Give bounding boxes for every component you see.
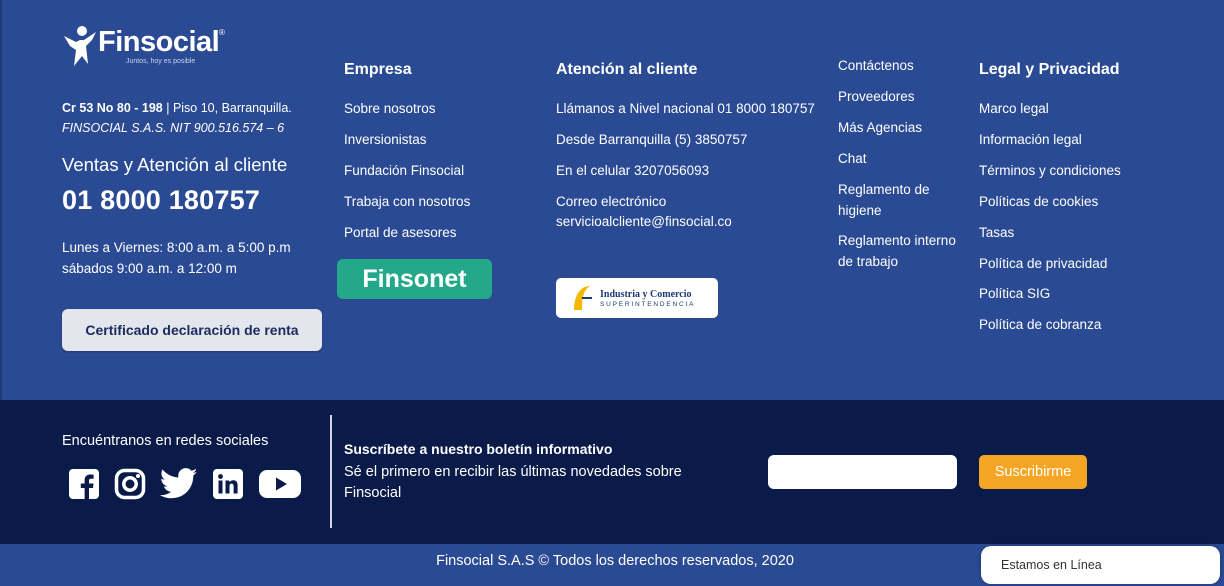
- subscribe-button[interactable]: Suscribirme: [979, 455, 1087, 489]
- atencion-barranquilla[interactable]: Desde Barranquilla (5) 3850757: [556, 132, 747, 147]
- link-proveedores[interactable]: Proveedores: [838, 89, 915, 104]
- sic-badge[interactable]: Industria y Comercio SUPERINTENDENCIA: [556, 278, 718, 318]
- link-portal-asesores[interactable]: Portal de asesores: [344, 225, 457, 240]
- atencion-title: Atención al cliente: [556, 61, 698, 78]
- link-mas-agencias[interactable]: Más Agencias: [838, 120, 922, 135]
- hours-weekday: Lunes a Viernes: 8:00 a.m. a 5:00 p.m: [62, 240, 291, 255]
- link-reglamento-higiene[interactable]: Reglamento de higiene: [838, 179, 943, 221]
- instagram-icon[interactable]: [114, 468, 146, 500]
- link-trabaja[interactable]: Trabaja con nosotros: [344, 194, 470, 209]
- sic-text-main: Industria y Comercio: [600, 288, 692, 300]
- link-fundacion[interactable]: Fundación Finsocial: [344, 163, 464, 178]
- sales-phone[interactable]: 01 8000 180757: [62, 185, 260, 216]
- email-label: Correo electrónico: [556, 194, 667, 209]
- link-cobranza[interactable]: Política de cobranza: [979, 317, 1101, 332]
- link-tasas[interactable]: Tasas: [979, 225, 1014, 240]
- company-nit: FINSOCIAL S.A.S. NIT 900.516.574 – 6: [62, 121, 285, 135]
- atencion-celular[interactable]: En el celular 3207056093: [556, 163, 709, 178]
- sic-logo-icon: [574, 286, 592, 310]
- link-informacion-legal[interactable]: Información legal: [979, 132, 1082, 147]
- atencion-nacional[interactable]: Llámanos a Nivel nacional 01 8000 180757: [556, 101, 815, 116]
- address-rest: | Piso 10, Barranquilla.: [162, 101, 292, 115]
- twitter-icon[interactable]: [160, 468, 198, 500]
- link-inversionistas[interactable]: Inversionistas: [344, 132, 427, 147]
- link-cookies[interactable]: Políticas de cookies: [979, 194, 1098, 209]
- empresa-title: Empresa: [344, 61, 412, 78]
- youtube-icon[interactable]: [258, 468, 302, 500]
- address-street: Cr 53 No 80 - 198: [62, 101, 163, 115]
- sic-text-sub: SUPERINTENDENCIA: [600, 300, 696, 308]
- facebook-icon[interactable]: [68, 468, 100, 500]
- link-reglamento-interno[interactable]: Reglamento interno de trabajo: [838, 230, 963, 272]
- sales-title: Ventas y Atención al cliente: [62, 154, 288, 175]
- logo-tagline: Juntos, hoy es posible: [126, 58, 196, 65]
- chat-widget-label: Estamos en Línea: [1001, 558, 1102, 572]
- hours-saturday: sábados 9:00 a.m. a 12:00 m: [62, 261, 237, 276]
- link-privacidad[interactable]: Política de privacidad: [979, 256, 1107, 271]
- link-marco-legal[interactable]: Marco legal: [979, 101, 1049, 116]
- logo-text: Finsocial: [98, 26, 220, 58]
- newsletter-description: Sé el primero en recibir las últimas nov…: [344, 464, 682, 501]
- social-title: Encuéntranos en redes sociales: [62, 433, 269, 449]
- person-logo-icon: [64, 26, 96, 66]
- finsocial-logo[interactable]: Finsocial ® Juntos, hoy es posible: [62, 24, 242, 70]
- finsonet-button[interactable]: Finsonet: [337, 259, 492, 299]
- social-divider: [330, 415, 332, 528]
- finsonet-label: Finsonet: [362, 264, 467, 293]
- registered-mark: ®: [219, 28, 225, 37]
- newsletter-title: Suscríbete a nuestro boletín informativo: [344, 441, 613, 457]
- link-chat[interactable]: Chat: [838, 151, 867, 166]
- linkedin-icon[interactable]: [212, 468, 244, 500]
- link-sobre-nosotros[interactable]: Sobre nosotros: [344, 101, 436, 116]
- link-sig[interactable]: Política SIG: [979, 286, 1050, 301]
- social-icons: [68, 466, 302, 502]
- chat-widget[interactable]: Estamos en Línea: [981, 546, 1220, 584]
- link-contactenos[interactable]: Contáctenos: [838, 58, 914, 73]
- address-line: Cr 53 No 80 - 198 | Piso 10, Barranquill…: [62, 101, 292, 115]
- certificate-button[interactable]: Certificado declaración de renta: [62, 309, 322, 351]
- newsletter-email-input[interactable]: [768, 455, 957, 489]
- email-link[interactable]: servicioalcliente@finsocial.co: [556, 214, 732, 229]
- link-terminos[interactable]: Términos y condiciones: [979, 163, 1121, 178]
- legal-title: Legal y Privacidad: [979, 61, 1120, 78]
